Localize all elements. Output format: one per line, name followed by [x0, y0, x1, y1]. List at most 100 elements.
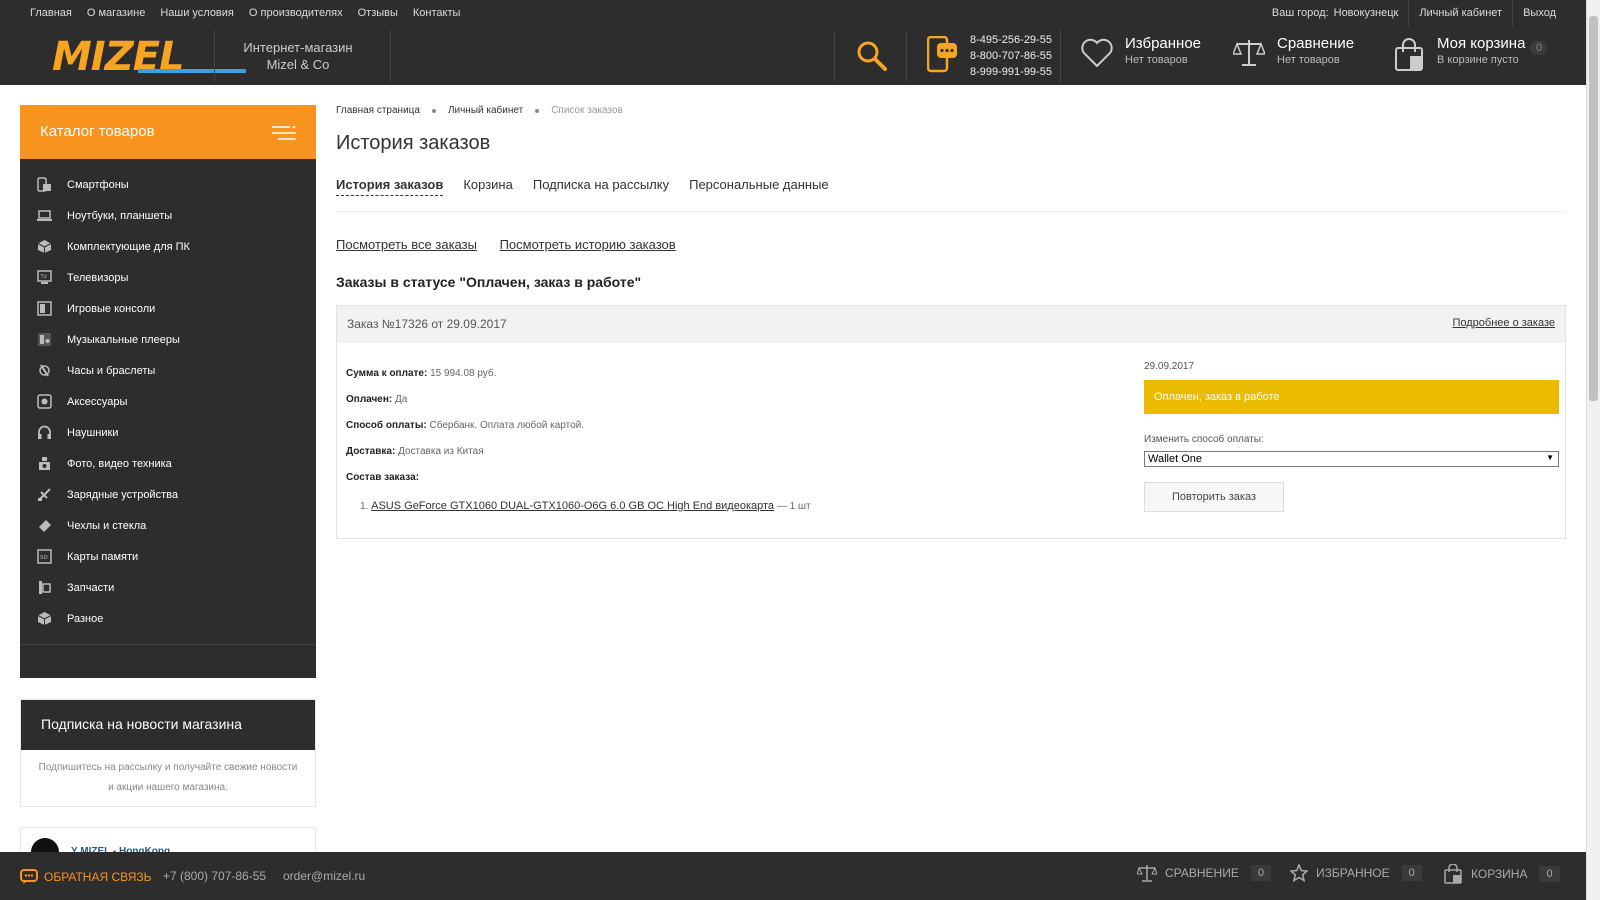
- order-item-link[interactable]: ASUS GeForce GTX1060 DUAL-GTX1060-O6G 6.…: [371, 500, 774, 512]
- catalog-item-misc[interactable]: Разное: [20, 603, 316, 634]
- feedback-button[interactable]: ОБРАТНАЯ СВЯЗЬ: [20, 869, 152, 885]
- catalog-item-label: Игровые консоли: [67, 302, 156, 315]
- breadcrumb-current: Список заказов: [551, 105, 623, 116]
- misc-icon: [37, 612, 52, 625]
- top-nav-about[interactable]: О магазине: [87, 7, 145, 19]
- footer-compare-label: СРАВНЕНИЕ: [1165, 866, 1239, 880]
- chat-icon: [20, 869, 38, 884]
- heart-icon: [1081, 38, 1113, 73]
- top-nav-manufacturers[interactable]: О производителях: [249, 7, 343, 19]
- footer-cart-label: КОРЗИНА: [1471, 867, 1528, 881]
- svg-text:SD: SD: [40, 555, 48, 561]
- order-details-link[interactable]: Подробнее о заказе: [1452, 317, 1555, 329]
- tab-personal-data[interactable]: Персональные данные: [689, 177, 829, 196]
- shopping-bag-icon: [1444, 864, 1462, 884]
- breadcrumb: Главная страница Личный кабинет Список з…: [336, 105, 1566, 116]
- catalog-item-players[interactable]: Музыкальные плееры: [20, 324, 316, 355]
- paid-label: Оплачен:: [346, 394, 393, 405]
- breadcrumb-separator: [535, 108, 540, 113]
- console-icon: [37, 301, 52, 316]
- subscribe-text: Подпишитесь на рассылку и получайте свеж…: [38, 762, 298, 793]
- svg-text:TV: TV: [40, 275, 48, 281]
- cart-count-badge: 0: [1539, 866, 1560, 882]
- catalog-item-photo[interactable]: Фото, видео техника: [20, 448, 316, 479]
- repeat-order-button[interactable]: Повторить заказ: [1144, 482, 1284, 512]
- footer-phone[interactable]: +7 (800) 707-86-55: [163, 869, 266, 883]
- phone-number[interactable]: 8-800-707-86-55: [970, 48, 1052, 64]
- sidebar: Каталог товаров Смартфоны Ноутбуки, план…: [20, 105, 316, 857]
- catalog-item-cases[interactable]: Чехлы и стекла: [20, 510, 316, 541]
- compare-block[interactable]: Сравнение Нет товаров: [1231, 34, 1354, 66]
- logout-link[interactable]: Выход: [1523, 7, 1556, 26]
- catalog-item-chargers[interactable]: Зарядные устройства: [20, 479, 316, 510]
- catalog-item-label: Аксессуары: [67, 395, 128, 408]
- menu-icon[interactable]: [272, 125, 296, 144]
- subscribe-title: Подписка на новости магазина: [21, 700, 315, 750]
- top-nav-terms[interactable]: Наши условия: [160, 7, 234, 19]
- parts-icon: [39, 581, 51, 594]
- favorites-block[interactable]: Избранное Нет товаров: [1081, 34, 1201, 68]
- catalog-item-label: Зарядные устройства: [67, 488, 178, 501]
- catalog-item-label: Разное: [67, 612, 104, 625]
- catalog-item-headphones[interactable]: Наушники: [20, 417, 316, 448]
- player-icon: [38, 333, 51, 346]
- catalog-list: Смартфоны Ноутбуки, планшеты Комплектующ…: [20, 159, 316, 644]
- catalog-item-tv[interactable]: TV Телевизоры: [20, 262, 316, 293]
- breadcrumb-home[interactable]: Главная страница: [336, 105, 420, 116]
- scales-icon: [1137, 865, 1157, 882]
- catalog-item-label: Музыкальные плееры: [67, 333, 180, 346]
- top-nav-reviews[interactable]: Отзывы: [358, 7, 398, 19]
- sum-value: 15 994.08 руб.: [430, 368, 497, 379]
- payment-method-select[interactable]: Wallet One ▼: [1144, 451, 1559, 467]
- footer-cart[interactable]: КОРЗИНА 0: [1443, 864, 1560, 884]
- search-icon[interactable]: [856, 40, 888, 77]
- catalog-item-label: Часы и браслеты: [67, 364, 156, 377]
- catalog-header[interactable]: Каталог товаров: [20, 105, 316, 159]
- phone-number[interactable]: 8-495-256-29-55: [970, 32, 1052, 48]
- phone-number[interactable]: 8-999-991-99-55: [970, 64, 1052, 80]
- scrollbar-thumb[interactable]: [1589, 16, 1598, 401]
- top-nav-contacts[interactable]: Контакты: [413, 7, 461, 19]
- account-link[interactable]: Личный кабинет: [1419, 7, 1502, 26]
- catalog-item-accessories[interactable]: Аксессуары: [20, 386, 316, 417]
- compare-count-badge: 0: [1250, 865, 1271, 881]
- camera-icon: [39, 457, 50, 470]
- items-label: Состав заказа:: [346, 472, 419, 483]
- order-history-link[interactable]: Посмотреть историю заказов: [500, 237, 676, 252]
- catalog-item-smartphones[interactable]: Смартфоны: [20, 169, 316, 200]
- catalog-item-watches[interactable]: Часы и браслеты: [20, 355, 316, 386]
- logo[interactable]: MIZEL: [52, 37, 246, 77]
- tab-order-history[interactable]: История заказов: [336, 177, 444, 196]
- all-orders-link[interactable]: Посмотреть все заказы: [336, 237, 477, 252]
- order-status-panel: 29.09.2017 Оплачен, заказ в работе Измен…: [1144, 361, 1559, 512]
- catalog-footer: [20, 644, 316, 678]
- city-selector[interactable]: Новокузнецк: [1334, 7, 1399, 26]
- main-content: Главная страница Личный кабинет Список з…: [336, 105, 1566, 539]
- divider: [1512, 0, 1514, 26]
- footer-favorites-label: ИЗБРАННОЕ: [1316, 866, 1390, 880]
- tab-cart[interactable]: Корзина: [463, 177, 513, 196]
- catalog-item-pc-parts[interactable]: Комплектующие для ПК: [20, 231, 316, 262]
- catalog-item-parts[interactable]: Запчасти: [20, 572, 316, 603]
- tab-subscription[interactable]: Подписка на рассылку: [533, 177, 669, 196]
- cart-block[interactable]: Моя корзина В корзине пусто: [1395, 34, 1525, 71]
- status-badge: Оплачен, заказ в работе: [1144, 380, 1559, 414]
- catalog-item-laptops[interactable]: Ноутбуки, планшеты: [20, 200, 316, 231]
- top-right: Ваш город: Новокузнецк Личный кабинет Вы…: [1272, 0, 1556, 26]
- footer-compare[interactable]: СРАВНЕНИЕ 0: [1137, 864, 1271, 882]
- top-nav: Главная О магазине Наши условия О произв…: [30, 7, 475, 19]
- top-bar: Главная О магазине Наши условия О произв…: [0, 0, 1586, 26]
- breadcrumb-account[interactable]: Личный кабинет: [448, 105, 523, 116]
- catalog-item-consoles[interactable]: Игровые консоли: [20, 293, 316, 324]
- section-title: Заказы в статусе "Оплачен, заказ в работ…: [336, 274, 642, 290]
- footer-favorites[interactable]: ИЗБРАННОЕ 0: [1290, 864, 1422, 882]
- catalog-item-label: Наушники: [67, 426, 119, 439]
- footer-bar: ОБРАТНАЯ СВЯЗЬ +7 (800) 707-86-55 order@…: [0, 852, 1586, 900]
- phone-chat-icon: [926, 35, 959, 79]
- top-nav-home[interactable]: Главная: [30, 7, 72, 19]
- catalog-item-label: Карты памяти: [67, 550, 139, 563]
- catalog-item-label: Запчасти: [67, 581, 115, 594]
- catalog-item-memory-cards[interactable]: SD Карты памяти: [20, 541, 316, 572]
- footer-email[interactable]: order@mizel.ru: [283, 869, 365, 883]
- scrollbar[interactable]: [1586, 0, 1600, 900]
